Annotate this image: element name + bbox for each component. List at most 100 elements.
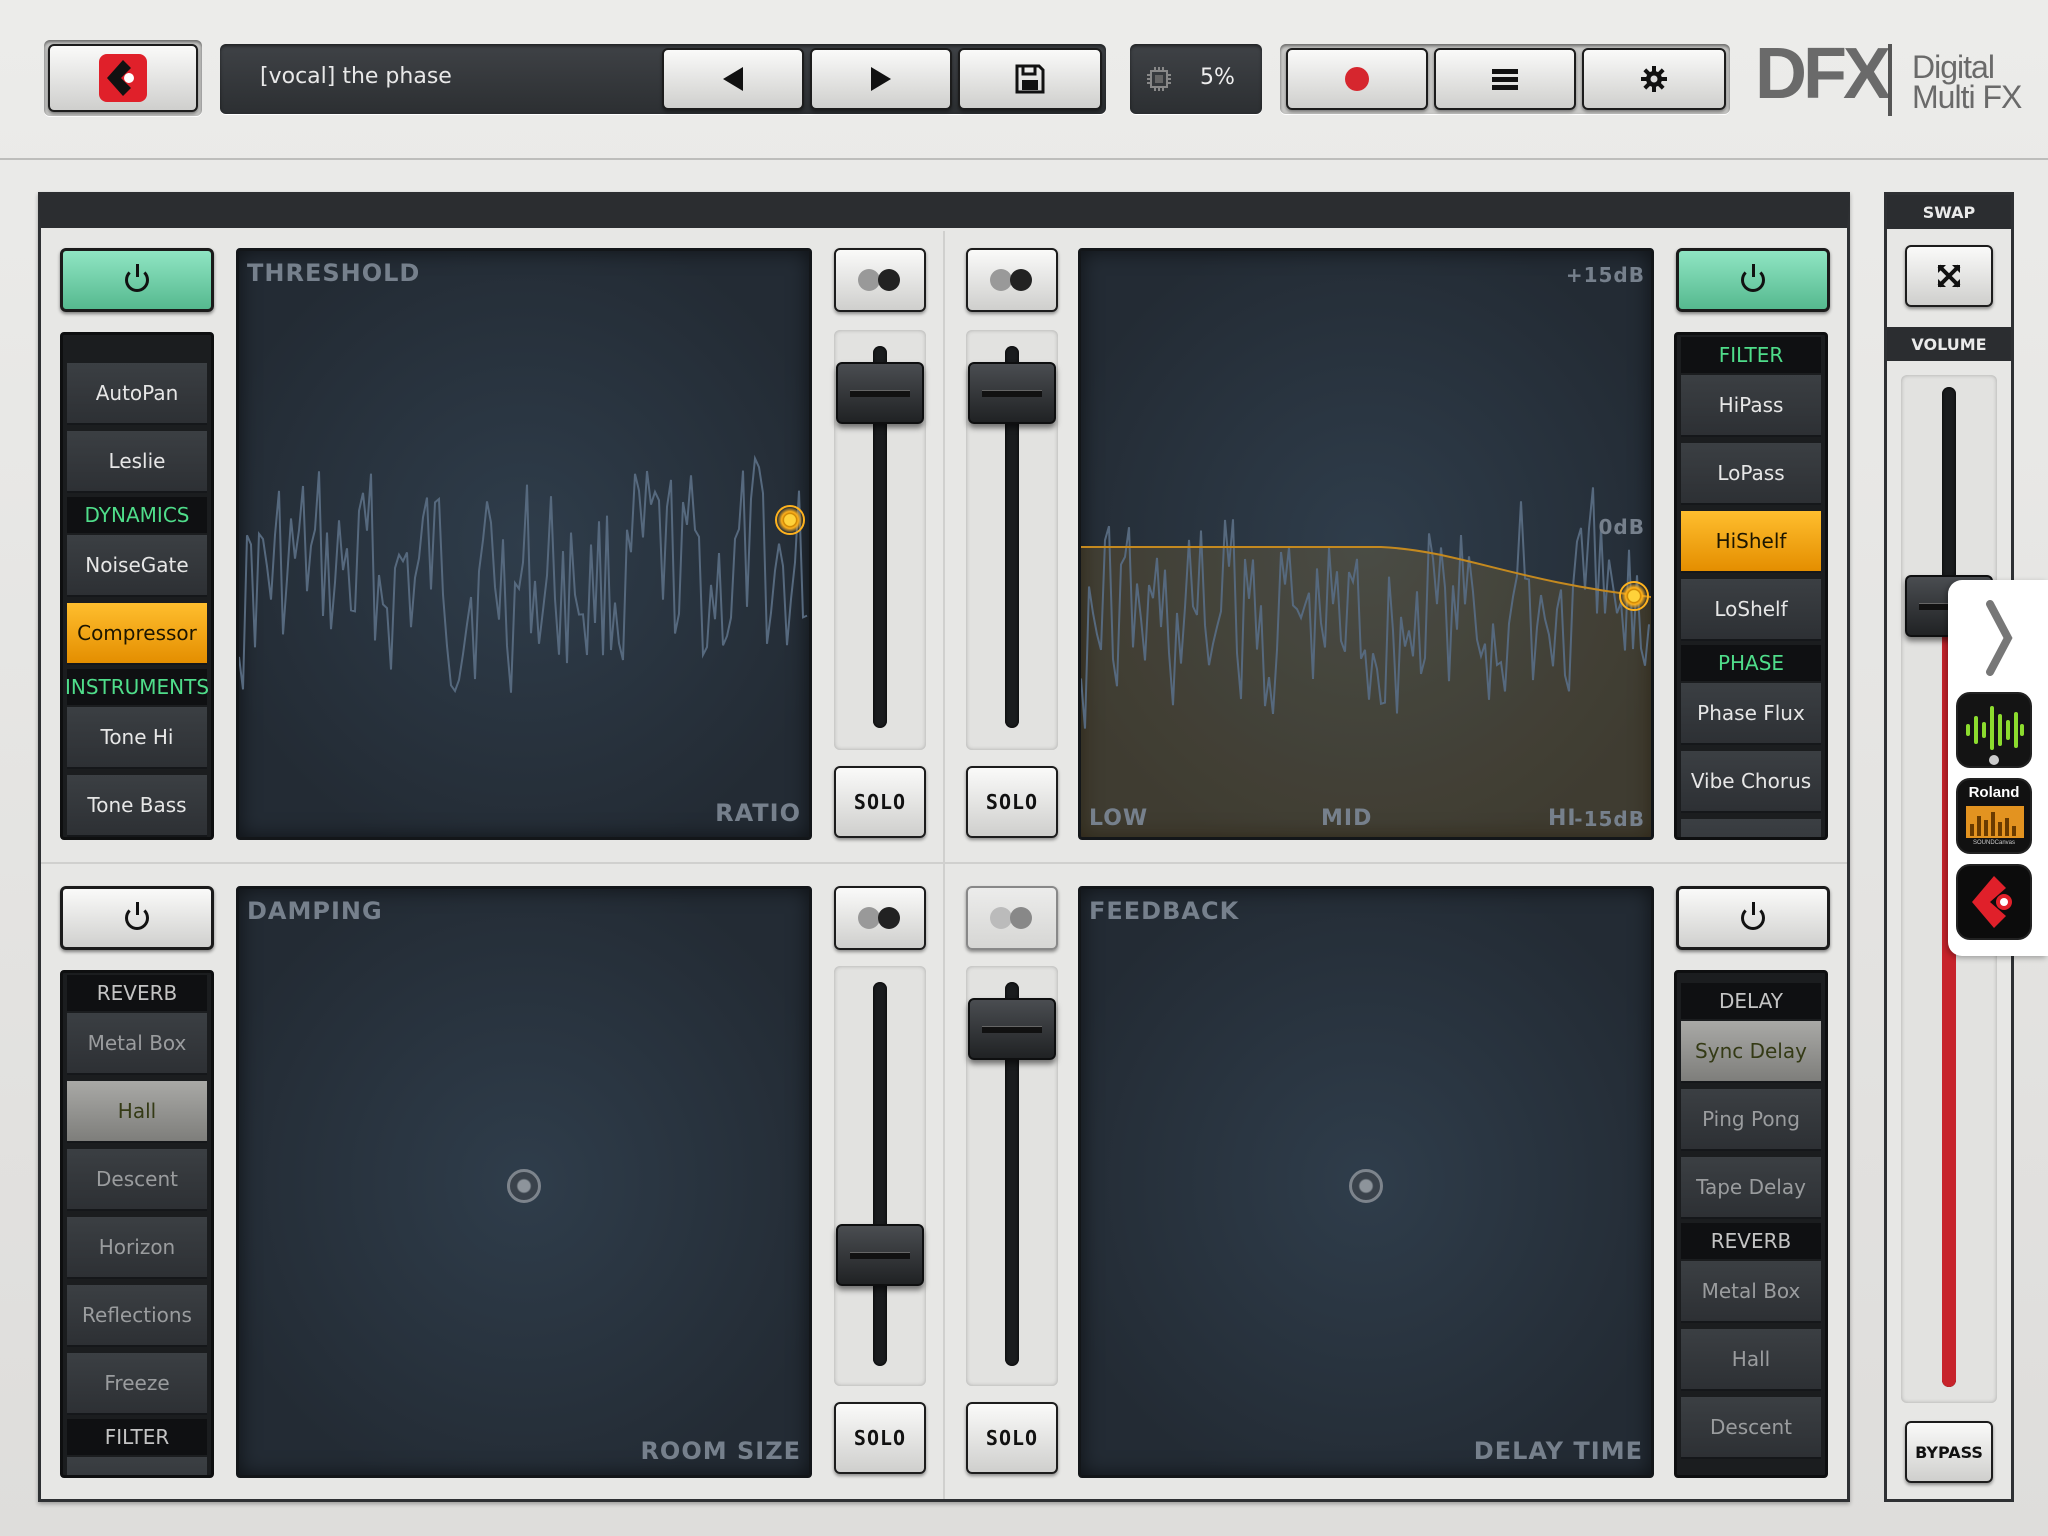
xy-pad-handle[interactable] <box>507 1169 541 1203</box>
swap-button[interactable] <box>1905 245 1993 307</box>
list-item-selected[interactable]: Hall <box>67 1081 207 1143</box>
pad-x-label: RATIO <box>715 799 801 827</box>
xy-pad-handle[interactable] <box>1349 1169 1383 1203</box>
effect-list-top-right[interactable]: FILTER HiPass LoPass HiShelf LoShelf PHA… <box>1674 332 1828 840</box>
app-icon-cubasis[interactable] <box>1956 864 2032 940</box>
category-header: REVERB <box>1681 1223 1821 1259</box>
solo-button-top-right[interactable]: SOLO <box>966 766 1058 838</box>
toggle-icon <box>858 269 902 291</box>
solo-button-bottom-left[interactable]: SOLO <box>834 1402 926 1474</box>
list-item[interactable]: HiPass <box>67 1457 207 1475</box>
menu-button[interactable] <box>1434 48 1576 110</box>
effect-list-bottom-right[interactable]: DELAY Sync Delay Ping Pong Tape Delay RE… <box>1674 970 1828 1478</box>
list-item[interactable]: Hall <box>1681 1329 1821 1391</box>
list-item[interactable]: HiPass <box>1681 375 1821 437</box>
effect-list-bottom-left[interactable]: REVERB Metal Box Hall Descent Horizon Re… <box>60 970 214 1478</box>
effect-list-top-left[interactable]: AutoPan Leslie DYNAMICS NoiseGate Compre… <box>60 332 214 840</box>
pad-label-max: +15dB <box>1565 263 1645 287</box>
arrow-left-icon <box>723 67 743 91</box>
bypass-label: BYPASS <box>1915 1442 1983 1462</box>
pad-y-label: FEEDBACK <box>1089 897 1240 925</box>
list-item[interactable]: Phase Shift <box>1681 819 1821 837</box>
fader-knob[interactable] <box>968 998 1056 1061</box>
list-item[interactable]: Tape Delay <box>1681 1157 1821 1219</box>
category-header: DELAY <box>1681 983 1821 1019</box>
list-item[interactable]: Freeze <box>67 1353 207 1415</box>
power-icon <box>1741 264 1765 292</box>
list-item[interactable]: AutoPan <box>67 363 207 425</box>
fader-knob[interactable] <box>968 362 1056 424</box>
power-button-top-right[interactable] <box>1676 248 1830 312</box>
list-item-selected[interactable]: Sync Delay <box>1681 1021 1821 1083</box>
gear-icon <box>1641 66 1667 92</box>
list-item[interactable]: Metal Box <box>67 1013 207 1075</box>
list-item-selected[interactable]: Compressor <box>67 603 207 665</box>
power-icon <box>125 264 149 292</box>
dock-collapse-button[interactable] <box>1984 598 2014 678</box>
save-preset-button[interactable] <box>958 48 1102 110</box>
route-toggle-top-right[interactable] <box>966 248 1058 312</box>
solo-button-bottom-right[interactable]: SOLO <box>966 1402 1058 1474</box>
list-item[interactable]: LoShelf <box>1681 579 1821 641</box>
list-item[interactable]: Metal Box <box>1681 1261 1821 1323</box>
list-item-selected[interactable]: HiShelf <box>1681 511 1821 573</box>
dfx-logo: DFX <box>1755 34 1891 114</box>
swap-label: SWAP <box>1887 195 2011 229</box>
pad-y-label: DAMPING <box>247 897 383 925</box>
list-item[interactable]: LoPass <box>1681 443 1821 505</box>
xy-pad-bottom-right[interactable]: FEEDBACK DELAY TIME <box>1078 886 1654 1478</box>
preset-name: [vocal] the phase <box>260 64 452 89</box>
chevron-right-icon <box>1986 600 2013 676</box>
power-button-top-left[interactable] <box>60 248 214 312</box>
solo-button-top-left[interactable]: SOLO <box>834 766 926 838</box>
list-item[interactable]: Leslie <box>67 431 207 493</box>
app-logo-button[interactable] <box>48 44 198 112</box>
pad-label-mid: MID <box>1321 806 1373 831</box>
pad-x-label: ROOM SIZE <box>640 1437 801 1465</box>
toggle-icon <box>990 907 1034 929</box>
pad-x-label: DELAY TIME <box>1473 1437 1643 1465</box>
logo-subtitle: Digital Multi FX <box>1912 49 2022 115</box>
equalizer-icon <box>1966 806 2024 838</box>
route-toggle-bottom-left[interactable] <box>834 886 926 950</box>
pad-y-label: THRESHOLD <box>247 259 421 287</box>
cubasis-logo-icon <box>99 54 147 102</box>
settings-button[interactable] <box>1582 48 1726 110</box>
xy-pad-top-right[interactable]: +15dB 0dB LOW MID HI -15dB <box>1078 248 1654 840</box>
toggle-icon <box>990 269 1034 291</box>
prev-preset-button[interactable] <box>662 48 804 110</box>
fader-knob[interactable] <box>836 362 924 424</box>
next-preset-button[interactable] <box>810 48 952 110</box>
list-item[interactable]: Tone Bass <box>67 775 207 837</box>
fader-knob[interactable] <box>836 1223 924 1286</box>
record-button[interactable] <box>1286 48 1428 110</box>
route-toggle-top-left[interactable] <box>834 248 926 312</box>
power-icon <box>1741 902 1765 930</box>
list-item[interactable]: Descent <box>1681 1397 1821 1459</box>
app-icon-audio[interactable] <box>1956 692 2032 768</box>
list-item[interactable]: NoiseGate <box>67 535 207 597</box>
list-item[interactable]: Reflections <box>67 1285 207 1347</box>
xy-pad-top-left[interactable]: THRESHOLD RATIO <box>236 248 812 840</box>
xy-pad-bottom-left[interactable]: DAMPING ROOM SIZE <box>236 886 812 1478</box>
app-icon-roland[interactable]: Roland SOUNDCanvas <box>1956 778 2032 854</box>
xy-pad-handle[interactable] <box>1619 581 1649 611</box>
list-item[interactable]: Horizon <box>67 1217 207 1279</box>
toggle-icon <box>858 907 902 929</box>
record-icon <box>1345 67 1369 91</box>
power-button-bottom-left[interactable] <box>60 886 214 950</box>
route-toggle-bottom-right[interactable] <box>966 886 1058 950</box>
list-item[interactable]: Phase Flux <box>1681 683 1821 745</box>
list-item[interactable]: Descent <box>67 1149 207 1211</box>
bypass-button[interactable]: BYPASS <box>1905 1421 1993 1483</box>
category-header: REVERB <box>67 975 207 1011</box>
solo-label: SOLO <box>985 1426 1039 1450</box>
power-button-bottom-right[interactable] <box>1676 886 1830 950</box>
xy-pad-handle[interactable] <box>775 505 805 535</box>
solo-label: SOLO <box>985 790 1039 814</box>
list-item[interactable]: Tone Hi <box>67 707 207 769</box>
category-header: FILTER <box>1681 337 1821 373</box>
iaa-app-dock: Roland SOUNDCanvas <box>1948 580 2048 956</box>
list-item[interactable]: Ping Pong <box>1681 1089 1821 1151</box>
list-item[interactable]: Vibe Chorus <box>1681 751 1821 813</box>
